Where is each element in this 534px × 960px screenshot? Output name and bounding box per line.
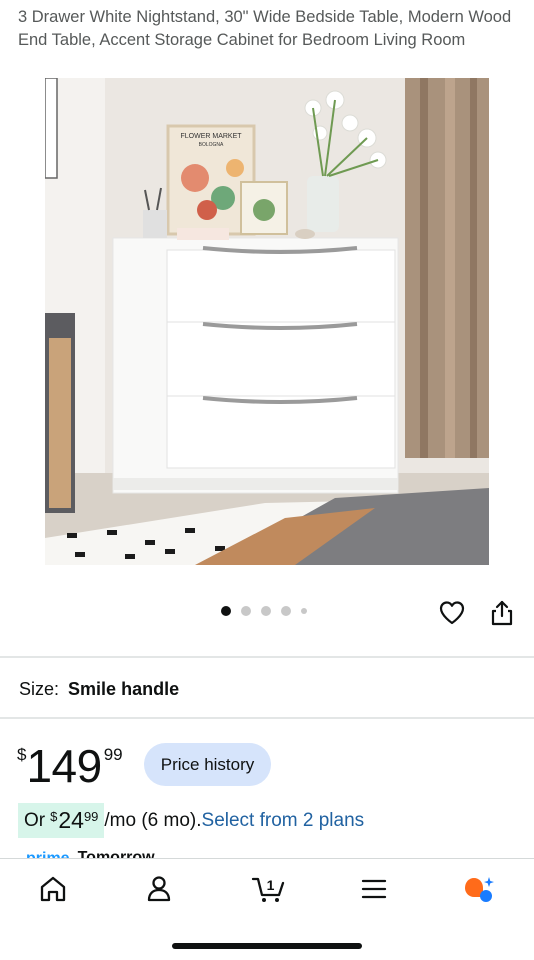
home-indicator: [172, 943, 362, 949]
share-button[interactable]: [488, 599, 516, 627]
size-selector[interactable]: Size: Smile handle: [19, 679, 179, 700]
cart-count: 1: [267, 877, 275, 893]
carousel-dot[interactable]: [281, 606, 291, 616]
assistant-icon: [465, 877, 494, 902]
heart-icon: [439, 601, 465, 625]
delivery-day: Tomorrow: [77, 849, 155, 859]
installment-currency: $: [50, 809, 58, 824]
installment-prefix: Or: [24, 809, 46, 831]
carousel-dot[interactable]: [261, 606, 271, 616]
nav-cart[interactable]: 1: [251, 873, 287, 905]
share-icon: [491, 600, 513, 626]
product-image[interactable]: FLOWER MARKET BOLOGNA: [45, 78, 489, 565]
home-icon: [40, 876, 66, 902]
divider: [0, 717, 534, 719]
price-history-button[interactable]: Price history: [144, 743, 271, 786]
installment-offer: Or $ 24 99 /mo (6 mo). Select from 2 pla…: [18, 803, 364, 838]
delivery-info: prime Tomorrow: [26, 848, 155, 859]
price-whole: 149: [26, 740, 102, 792]
price-currency: $: [17, 745, 27, 764]
price-fraction: 99: [103, 745, 123, 764]
installment-fraction: 99: [83, 809, 99, 824]
add-to-list-button[interactable]: [438, 599, 466, 627]
menu-icon: [361, 879, 387, 899]
carousel-dot[interactable]: [301, 608, 307, 614]
cart-icon: 1: [251, 877, 285, 902]
nav-assistant[interactable]: [462, 873, 494, 905]
image-carousel-dots[interactable]: [221, 606, 307, 616]
poster-subtext: BOLOGNA: [199, 142, 224, 148]
product-price: $ 149 99: [17, 740, 123, 792]
product-photo-illustration: FLOWER MARKET BOLOGNA: [45, 78, 489, 565]
carousel-dot[interactable]: [241, 606, 251, 616]
nav-menu[interactable]: [358, 873, 390, 905]
installment-whole: 24: [58, 807, 84, 833]
person-icon: [147, 876, 171, 902]
size-value: Smile handle: [68, 679, 180, 699]
nav-account[interactable]: [143, 873, 175, 905]
product-title: 3 Drawer White Nightstand, 30" Wide Beds…: [18, 8, 512, 49]
installment-suffix: /mo (6 mo).: [104, 809, 202, 831]
size-label: Size:: [19, 679, 60, 699]
nav-home[interactable]: [37, 873, 69, 905]
divider: [0, 656, 534, 658]
carousel-dot[interactable]: [221, 606, 231, 616]
prime-logo: prime: [26, 851, 70, 859]
installment-price: Or $ 24 99: [18, 803, 105, 838]
poster-text: FLOWER MARKET: [180, 133, 242, 140]
select-plans-link[interactable]: Select from 2 plans: [202, 810, 365, 832]
